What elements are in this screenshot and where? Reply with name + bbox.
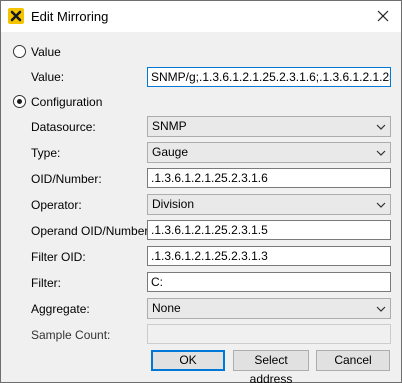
cancel-button[interactable]: Cancel bbox=[316, 350, 390, 371]
oid-input[interactable]: .1.3.6.1.2.1.25.2.3.1.6 bbox=[147, 168, 391, 188]
select-address-button[interactable]: Select address bbox=[233, 350, 309, 383]
filter-input[interactable]: C: bbox=[147, 272, 391, 292]
type-value: Gauge bbox=[152, 145, 189, 159]
chevron-down-icon bbox=[376, 124, 386, 130]
close-button[interactable] bbox=[371, 5, 395, 27]
window-title: Edit Mirroring bbox=[31, 9, 109, 24]
value-radio-label: Value bbox=[31, 45, 61, 59]
aggregate-select[interactable]: None bbox=[147, 298, 391, 319]
value-input[interactable]: SNMP/g;.1.3.6.1.2.1.25.2.3.1.6;.1.3.6.1.… bbox=[147, 67, 391, 87]
configuration-radio[interactable] bbox=[13, 95, 26, 108]
operator-select[interactable]: Division bbox=[147, 194, 391, 215]
type-label: Type: bbox=[31, 146, 61, 160]
close-icon bbox=[377, 10, 389, 22]
datasource-label: Datasource: bbox=[31, 120, 96, 134]
datasource-value: SNMP bbox=[152, 119, 187, 133]
value-label: Value: bbox=[31, 70, 65, 84]
type-select[interactable]: Gauge bbox=[147, 142, 391, 163]
ok-button[interactable]: OK bbox=[151, 350, 225, 371]
filter-label: Filter: bbox=[31, 276, 61, 290]
sample-count-label: Sample Count: bbox=[31, 328, 111, 342]
aggregate-label: Aggregate: bbox=[31, 302, 90, 316]
aggregate-value: None bbox=[152, 301, 181, 315]
title-bar: Edit Mirroring bbox=[1, 1, 401, 32]
filter-oid-input[interactable]: .1.3.6.1.2.1.25.2.3.1.3 bbox=[147, 246, 391, 266]
chevron-down-icon bbox=[376, 150, 386, 156]
app-logo-icon bbox=[8, 8, 24, 24]
chevron-down-icon bbox=[376, 306, 386, 312]
operator-value: Division bbox=[152, 197, 195, 211]
chevron-down-icon bbox=[376, 202, 386, 208]
oid-label: OID/Number: bbox=[31, 172, 102, 186]
datasource-select[interactable]: SNMP bbox=[147, 116, 391, 137]
edit-mirroring-dialog: Edit Mirroring Value Value: SNMP/g;.1.3.… bbox=[0, 0, 402, 383]
operand-oid-input[interactable]: .1.3.6.1.2.1.25.2.3.1.5 bbox=[147, 220, 391, 240]
operator-label: Operator: bbox=[31, 198, 82, 212]
operand-oid-label: Operand OID/Number: bbox=[31, 224, 152, 238]
filter-oid-label: Filter OID: bbox=[31, 250, 86, 264]
sample-count-input bbox=[147, 324, 391, 344]
value-radio[interactable] bbox=[13, 45, 26, 58]
configuration-radio-label: Configuration bbox=[31, 95, 103, 109]
